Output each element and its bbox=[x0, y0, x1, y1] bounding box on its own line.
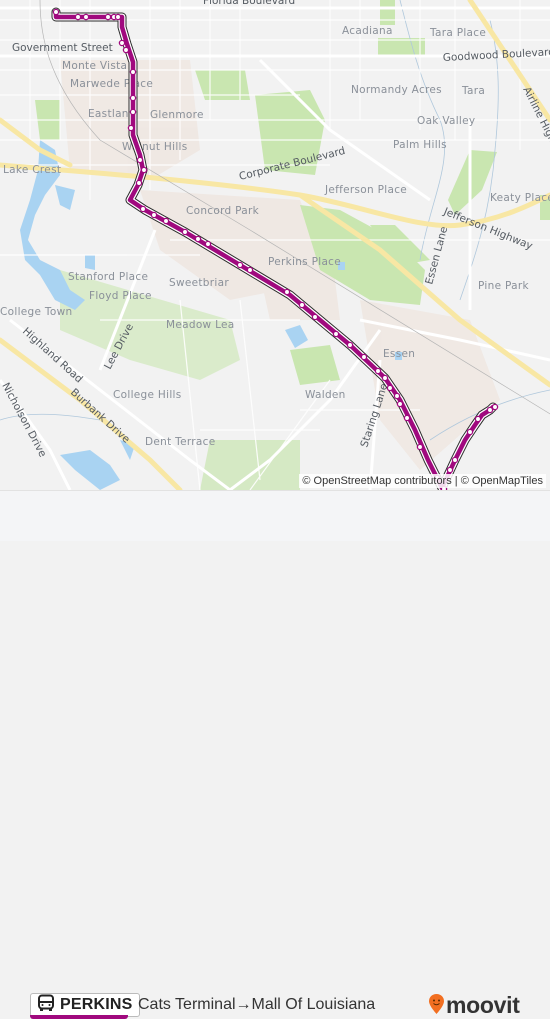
bus-stop[interactable] bbox=[127, 124, 135, 132]
place-label: College Hills bbox=[113, 389, 182, 401]
bus-stop[interactable] bbox=[396, 400, 404, 408]
bus-stop[interactable] bbox=[74, 13, 82, 21]
bus-stop[interactable] bbox=[139, 205, 147, 213]
bus-stop[interactable] bbox=[162, 217, 170, 225]
bus-stop[interactable] bbox=[114, 13, 122, 21]
place-label: Acadiana bbox=[342, 25, 393, 37]
bus-stop[interactable] bbox=[122, 46, 130, 54]
route-map[interactable]: Monte Vista Marwede Place Eastland Glenm… bbox=[0, 0, 550, 490]
bus-stop[interactable] bbox=[283, 288, 291, 296]
road-label: Florida Boulevard bbox=[203, 0, 295, 7]
place-label: College Town bbox=[0, 306, 72, 318]
line-badge[interactable]: PERKINS bbox=[30, 993, 140, 1017]
place-label: Sweetbriar bbox=[169, 277, 229, 289]
bus-stop[interactable] bbox=[360, 353, 368, 361]
openmaptiles-attribution-link[interactable]: © OpenMapTiles bbox=[461, 475, 543, 487]
place-label: Monte Vista bbox=[62, 60, 127, 72]
place-label: Jefferson Place bbox=[324, 184, 407, 196]
bus-stop[interactable] bbox=[451, 456, 459, 464]
place-label: Essen bbox=[383, 348, 415, 360]
bus-stop[interactable] bbox=[181, 228, 189, 236]
bus-stop[interactable] bbox=[236, 261, 244, 269]
place-label: Perkins Place bbox=[268, 256, 341, 268]
bus-stop[interactable] bbox=[104, 13, 112, 21]
place-label: Dent Terrace bbox=[145, 436, 215, 448]
place-label: Stanford Place bbox=[68, 271, 148, 283]
place-label: Meadow Lea bbox=[166, 319, 235, 331]
place-label: Walden bbox=[305, 389, 346, 401]
place-label: Lake Crest bbox=[3, 164, 61, 176]
bus-stop[interactable] bbox=[129, 108, 137, 116]
bus-stop[interactable] bbox=[118, 39, 126, 47]
bus-stop[interactable] bbox=[298, 301, 306, 309]
bus-stop[interactable] bbox=[204, 240, 212, 248]
route-description: Cats Terminal→Mall Of Louisiana bbox=[138, 996, 376, 1013]
bus-icon bbox=[37, 994, 55, 1016]
bus-stop[interactable] bbox=[386, 384, 394, 392]
bus-stop[interactable] bbox=[194, 235, 202, 243]
place-label: Normandy Acres bbox=[351, 84, 442, 96]
line-color-bar bbox=[30, 1015, 128, 1019]
osm-attribution-link[interactable]: © OpenStreetMap contributors bbox=[302, 475, 451, 487]
bus-stop[interactable] bbox=[135, 179, 143, 187]
bus-stop[interactable] bbox=[82, 13, 90, 21]
place-label: Tara Place bbox=[429, 27, 486, 39]
bus-stop[interactable] bbox=[129, 94, 137, 102]
bus-stop[interactable] bbox=[486, 406, 494, 414]
place-label: Glenmore bbox=[150, 109, 204, 121]
place-label: Keaty Place bbox=[490, 192, 550, 204]
map-attribution: © OpenStreetMap contributors | © OpenMap… bbox=[299, 474, 546, 488]
route-footer: PERKINS Cats Terminal→Mall Of Louisiana … bbox=[0, 490, 550, 1019]
bus-stop[interactable] bbox=[374, 367, 382, 375]
bus-stop[interactable] bbox=[446, 466, 454, 474]
place-label: Palm Hills bbox=[393, 139, 447, 151]
bus-stop[interactable] bbox=[491, 403, 499, 411]
bus-stop[interactable] bbox=[393, 392, 401, 400]
bus-stop[interactable] bbox=[474, 415, 482, 423]
moovit-pin-icon bbox=[428, 993, 445, 1019]
attribution-separator: | bbox=[451, 475, 461, 487]
place-label: Oak Valley bbox=[417, 115, 475, 127]
moovit-wordmark: moovit bbox=[446, 992, 520, 1018]
bus-stop[interactable] bbox=[381, 374, 389, 382]
bus-stop[interactable] bbox=[150, 211, 158, 219]
place-label: Concord Park bbox=[186, 205, 260, 217]
bus-stop[interactable] bbox=[311, 313, 319, 321]
place-label: Pine Park bbox=[478, 280, 529, 292]
bus-stop[interactable] bbox=[246, 266, 254, 274]
bus-stop[interactable] bbox=[332, 330, 340, 338]
road-label: Government Street bbox=[12, 42, 113, 54]
bus-stop[interactable] bbox=[416, 443, 424, 451]
bus-stop[interactable] bbox=[136, 156, 144, 164]
place-label: Floyd Place bbox=[89, 290, 152, 302]
bus-stop[interactable] bbox=[466, 428, 474, 436]
bus-stop[interactable] bbox=[403, 414, 411, 422]
bus-stop[interactable] bbox=[52, 8, 60, 16]
line-name: PERKINS bbox=[60, 996, 133, 1013]
moovit-logo[interactable]: moovit bbox=[428, 992, 520, 1019]
place-label: Marwede Place bbox=[70, 78, 153, 90]
bus-stop[interactable] bbox=[346, 341, 354, 349]
bus-stop[interactable] bbox=[140, 166, 148, 174]
place-label: Tara bbox=[461, 85, 485, 97]
bus-stop[interactable] bbox=[129, 68, 137, 76]
